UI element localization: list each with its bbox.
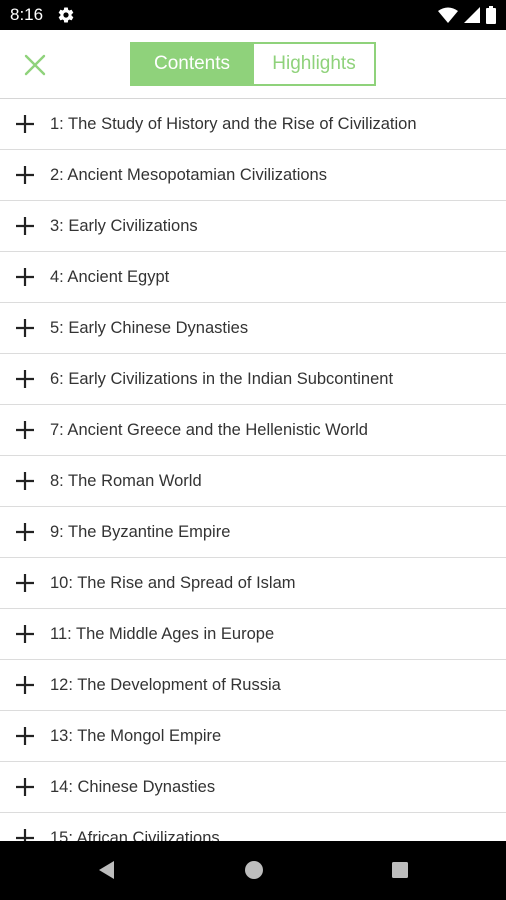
toc-item-label: 4: Ancient Egypt <box>50 267 170 286</box>
status-bar: 8:16 <box>0 0 506 30</box>
plus-icon[interactable] <box>15 216 35 236</box>
toc-item[interactable]: 3: Early Civilizations <box>0 201 506 252</box>
plus-icon[interactable] <box>15 522 35 542</box>
plus-icon[interactable] <box>15 726 35 746</box>
toc-item[interactable]: 1: The Study of History and the Rise of … <box>0 99 506 150</box>
toc-item[interactable]: 6: Early Civilizations in the Indian Sub… <box>0 354 506 405</box>
toc-item[interactable]: 5: Early Chinese Dynasties <box>0 303 506 354</box>
plus-icon[interactable] <box>15 777 35 797</box>
toc-item-label: 12: The Development of Russia <box>50 675 281 694</box>
toc-item-label: 3: Early Civilizations <box>50 216 198 235</box>
header: Contents Highlights <box>0 30 506 99</box>
close-icon <box>24 54 46 76</box>
plus-icon[interactable] <box>15 420 35 440</box>
toc-item[interactable]: 7: Ancient Greece and the Hellenistic Wo… <box>0 405 506 456</box>
toc-item[interactable]: 11: The Middle Ages in Europe <box>0 609 506 660</box>
toc-item[interactable]: 14: Chinese Dynasties <box>0 762 506 813</box>
contents-list: 1: The Study of History and the Rise of … <box>0 99 506 841</box>
status-time: 8:16 <box>10 5 44 24</box>
plus-icon[interactable] <box>15 165 35 185</box>
toc-item-label: 13: The Mongol Empire <box>50 726 222 745</box>
tab-switcher: Contents Highlights <box>130 42 376 86</box>
tab-contents[interactable]: Contents <box>132 44 252 84</box>
toc-item-label: 6: Early Civilizations in the Indian Sub… <box>50 369 394 388</box>
plus-icon[interactable] <box>15 267 35 287</box>
settings-gear-icon <box>58 7 74 23</box>
toc-item-label: 8: The Roman World <box>50 471 202 490</box>
back-icon[interactable] <box>96 859 118 881</box>
battery-icon <box>486 6 496 24</box>
plus-icon[interactable] <box>15 573 35 593</box>
plus-icon[interactable] <box>15 828 35 841</box>
navigation-bar <box>0 841 506 900</box>
toc-item[interactable]: 13: The Mongol Empire <box>0 711 506 762</box>
status-icons <box>438 6 496 24</box>
toc-item[interactable]: 4: Ancient Egypt <box>0 252 506 303</box>
toc-item[interactable]: 15: African Civilizations <box>0 813 506 841</box>
wifi-icon <box>438 7 458 23</box>
recents-icon[interactable] <box>389 859 411 881</box>
toc-item-label: 7: Ancient Greece and the Hellenistic Wo… <box>50 420 368 439</box>
plus-icon[interactable] <box>15 318 35 338</box>
toc-item-label: 10: The Rise and Spread of Islam <box>50 573 296 592</box>
home-icon[interactable] <box>243 859 265 881</box>
signal-icon <box>464 7 480 23</box>
toc-item[interactable]: 8: The Roman World <box>0 456 506 507</box>
toc-item[interactable]: 10: The Rise and Spread of Islam <box>0 558 506 609</box>
toc-item-label: 11: The Middle Ages in Europe <box>50 624 275 643</box>
toc-item-label: 1: The Study of History and the Rise of … <box>50 114 417 133</box>
toc-item-label: 2: Ancient Mesopotamian Civilizations <box>50 165 327 184</box>
toc-item[interactable]: 12: The Development of Russia <box>0 660 506 711</box>
tab-highlights[interactable]: Highlights <box>252 44 374 84</box>
plus-icon[interactable] <box>15 624 35 644</box>
toc-item-label: 14: Chinese Dynasties <box>50 777 216 796</box>
plus-icon[interactable] <box>15 369 35 389</box>
toc-item-label: 15: African Civilizations <box>50 828 220 842</box>
plus-icon[interactable] <box>15 675 35 695</box>
toc-item[interactable]: 2: Ancient Mesopotamian Civilizations <box>0 150 506 201</box>
plus-icon[interactable] <box>15 114 35 134</box>
toc-item-label: 5: Early Chinese Dynasties <box>50 318 249 337</box>
close-button[interactable] <box>20 50 50 80</box>
toc-item[interactable]: 9: The Byzantine Empire <box>0 507 506 558</box>
plus-icon[interactable] <box>15 471 35 491</box>
toc-item-label: 9: The Byzantine Empire <box>50 522 231 541</box>
